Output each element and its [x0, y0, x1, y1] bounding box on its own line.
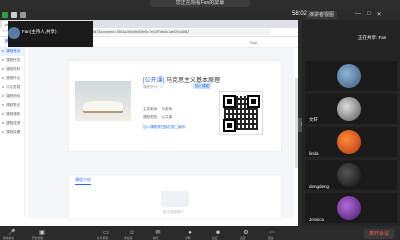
course-card: [公开课] 马克思主义基本原理 课程学分：0 加入课程 主讲老师： 马老师 课程… — [68, 60, 282, 152]
sidebar-item[interactable]: 课程笔记 — [0, 101, 24, 110]
main-content: [公开课] 马克思主义基本原理 课程学分：0 加入课程 主讲老师： 马老师 课程… — [28, 48, 294, 220]
user-menu[interactable]: Sun — [250, 40, 257, 45]
qr-corner — [223, 95, 236, 108]
participant-tile[interactable]: linda — [305, 127, 397, 157]
avatar — [337, 130, 361, 154]
sidebar-item[interactable]: 课程作业 — [0, 74, 24, 83]
qr-code — [219, 91, 263, 135]
status-icons — [2, 12, 26, 18]
info-icon[interactable] — [11, 12, 17, 18]
empty-state-icon — [161, 191, 189, 207]
avatar — [337, 196, 361, 220]
participant-name: 文轩 — [309, 117, 318, 122]
card-sub: 课程学分：0 — [143, 85, 163, 89]
sidebar-item[interactable]: 课程测验 — [0, 92, 24, 101]
host-avatar — [8, 27, 20, 39]
participant-name: dengdeng — [309, 184, 330, 189]
sidebar-item[interactable]: 课程首页 — [0, 47, 24, 56]
toolbar-label: 共享屏幕 — [97, 236, 109, 240]
empty-state-text: 暂无课程简介 — [163, 210, 184, 214]
participant-tile[interactable] — [305, 61, 397, 91]
participant-tile[interactable]: Jessica — [305, 193, 397, 223]
minimize-icon[interactable]: — — [355, 11, 361, 18]
avatar — [337, 163, 361, 187]
public-tag: [公开课] — [143, 78, 165, 84]
top-strip: 您正在观看Fan的屏幕 — [0, 0, 400, 9]
course-sidebar: 课程首页 课程任务 课程资料 课程作业 讨论答疑 课程测验 课程笔记 课程通知 … — [0, 47, 25, 217]
window-controls: — □ ✕ — [355, 11, 382, 18]
meeting-toolbar: 🎤 解除静音 ▣ 开启视频 ▭ 共享屏幕 ☺ 参会者 ✉ 聊天 ● 录制 ☻ 反… — [0, 226, 400, 240]
leave-meeting-button[interactable]: 离开会议 — [364, 229, 394, 239]
sidebar-item[interactable]: 课程成绩 — [0, 119, 24, 128]
toolbar-label: 录制 — [185, 236, 191, 240]
toolbar-label: 反应 — [212, 236, 218, 240]
presenter-label: 正在共享: Fan — [358, 35, 387, 40]
avatar — [337, 64, 361, 88]
toolbar-label: 聊天 — [153, 236, 159, 240]
qr-corner — [223, 119, 236, 132]
participant-panel: 文轩 linda dengdeng Jessica — [302, 20, 400, 226]
host-label: Fan(主持人,共享) — [22, 29, 57, 34]
sidebar-item[interactable]: 讨论答疑 — [0, 83, 24, 92]
meeting-timer: 58:02 — [292, 11, 308, 17]
host-tile[interactable]: Fan(主持人,共享) — [8, 21, 93, 47]
sidebar-item[interactable]: 课程通知 — [0, 110, 24, 119]
sharing-banner: 您正在观看Fan的屏幕 — [150, 0, 250, 7]
toolbar-label: 更多 — [268, 236, 274, 240]
join-link[interactable]: 加入课程请扫描右侧二维码 — [143, 125, 185, 130]
close-icon[interactable]: ✕ — [377, 11, 382, 18]
intro-tab[interactable]: 课程介绍 — [75, 177, 91, 185]
toolbar-label: 设置 — [240, 236, 246, 240]
type-row: 课程类型： 公共课 — [143, 115, 172, 119]
teacher-row: 主讲老师： 马老师 — [143, 107, 172, 111]
speaker-view-button[interactable]: 演讲者视图 — [306, 11, 338, 19]
sidebar-item[interactable]: 课程设置 — [0, 128, 24, 137]
participant-tile[interactable]: dengdeng — [305, 160, 397, 190]
sidebar-item[interactable]: 课程任务 — [0, 56, 24, 65]
intro-panel: 课程介绍 暂无课程简介 — [68, 174, 282, 220]
join-course-button[interactable]: 加入课程 — [193, 83, 211, 89]
maximize-icon[interactable]: □ — [367, 11, 371, 18]
toolbar-label: 解除静音 — [3, 236, 15, 240]
toolbar-label: 开启视频 — [32, 236, 44, 240]
shield-icon[interactable] — [2, 12, 8, 18]
avatar — [337, 97, 361, 121]
participant-name: Jessica — [309, 217, 325, 222]
qr-corner — [247, 95, 260, 108]
participant-tile[interactable]: 文轩 — [305, 94, 397, 124]
signal-icon — [20, 12, 26, 18]
course-cover-image — [75, 81, 131, 121]
participant-name: linda — [309, 151, 319, 156]
shared-browser-window: ciass201 class201 ‹ › ↻ class201.ifclass… — [0, 20, 298, 226]
sidebar-item[interactable]: 课程资料 — [0, 65, 24, 74]
toolbar-label: 参会者 — [124, 236, 133, 240]
